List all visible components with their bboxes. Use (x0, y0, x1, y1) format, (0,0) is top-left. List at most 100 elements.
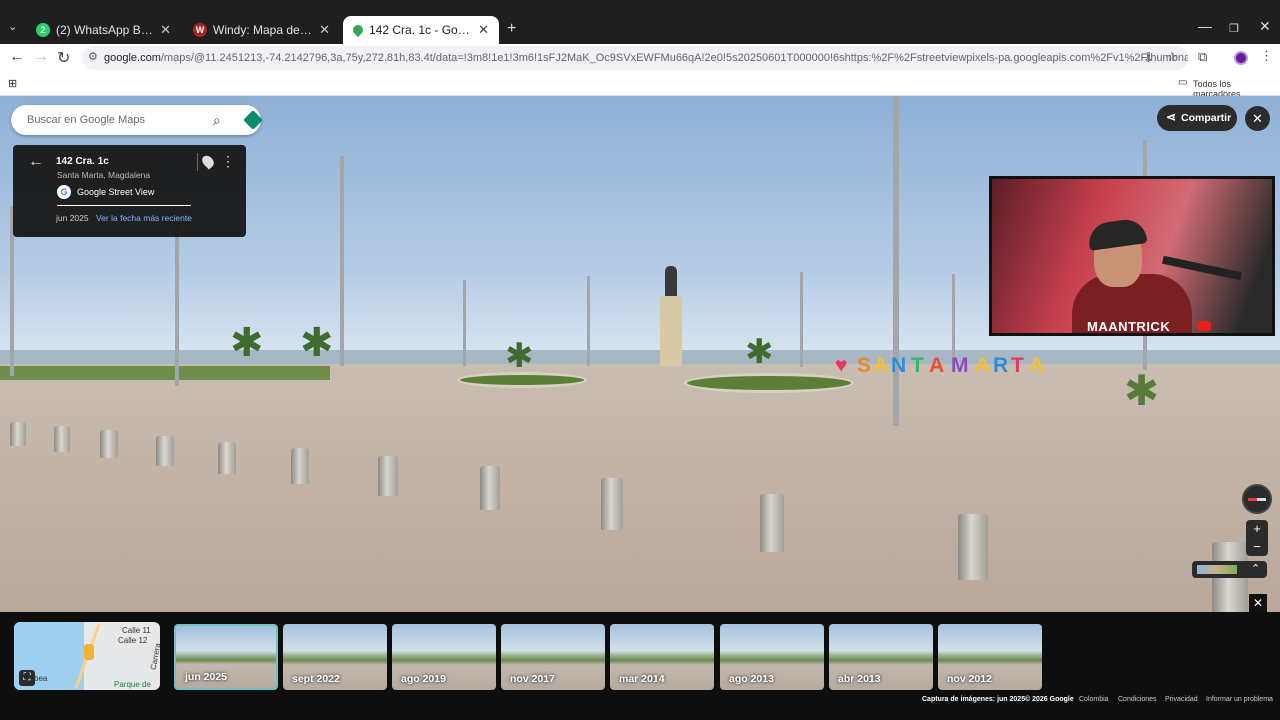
place-name: 142 Cra. 1c (56, 156, 109, 167)
timeline-date: nov 2012 (947, 673, 992, 685)
google-logo-icon: G (57, 185, 71, 199)
forward-icon[interactable]: → (33, 48, 49, 66)
close-timeline-icon[interactable]: ✕ (1249, 594, 1267, 612)
palm-tree: ✱ (505, 337, 534, 375)
latest-date-link[interactable]: Ver la fecha más reciente (96, 213, 192, 223)
windy-favicon-icon: W (193, 23, 207, 37)
capture-date: jun 2025 (56, 213, 89, 223)
minimap-label: Calle 11 (122, 626, 151, 635)
layers-toggle[interactable]: ⌃ (1192, 561, 1267, 578)
timeline-date: sept 2022 (292, 673, 340, 685)
install-app-icon[interactable]: ⇩ (1143, 50, 1154, 66)
search-placeholder: Buscar en Google Maps (27, 114, 146, 126)
report-problem-link[interactable]: Informar un problema (1206, 696, 1273, 703)
tab-google-maps[interactable]: 142 Cra. 1c - Google Maps ✕ (343, 16, 499, 44)
back-arrow-icon[interactable]: ← (28, 153, 44, 171)
timeline-date: jun 2025 (185, 671, 228, 683)
location-pin-icon[interactable] (199, 153, 217, 170)
palm-tree: ✱ (1124, 367, 1160, 414)
zoom-control: + − (1246, 520, 1268, 556)
timeline-thumb[interactable]: nov 2017 (501, 624, 605, 690)
address-bar[interactable]: ⚙ google.com/maps/@11.2451213,-74.214279… (82, 46, 1188, 70)
street-view-source: G Google Street View (57, 185, 154, 199)
street-lamp (800, 272, 803, 367)
share-icon: ⋖ (1166, 110, 1177, 124)
street-lamp (587, 276, 590, 366)
tab-title: 142 Cra. 1c - Google Maps (369, 23, 472, 37)
layers-thumbnail-icon (1197, 565, 1237, 574)
capture-date-footer: Captura de imágenes: jun 2025 (922, 696, 1026, 703)
url-path: /maps/@11.2451213,-74.2142796,3a,75y,272… (160, 52, 1188, 64)
close-tab-icon[interactable]: ✕ (478, 22, 489, 38)
tab-whatsapp[interactable]: 2 (2) WhatsApp Business ✕ (26, 16, 181, 44)
share-button[interactable]: ⋖ Compartir (1157, 105, 1237, 131)
reload-icon[interactable]: ↻ (57, 48, 70, 68)
expand-map-icon[interactable]: ⛶ (19, 670, 35, 686)
timeline-thumb[interactable]: abr 2013 (829, 624, 933, 690)
folder-icon: ▭ (1178, 77, 1188, 88)
close-tab-icon[interactable]: ✕ (160, 22, 171, 38)
palm-tree: ✱ (300, 321, 334, 365)
source-label: Google Street View (77, 187, 155, 197)
zoom-out-button[interactable]: − (1246, 538, 1268, 556)
timeline-date: ago 2019 (401, 673, 446, 685)
timeline-thumb[interactable]: jun 2025 (174, 624, 278, 690)
timeline-thumb[interactable]: ago 2019 (392, 624, 496, 690)
palm-tree: ✱ (230, 321, 264, 365)
zoom-in-button[interactable]: + (1246, 520, 1268, 538)
browser-toolbar: ← → ↻ ⚙ google.com/maps/@11.2451213,-74.… (0, 44, 1280, 72)
timeline-date: ago 2013 (729, 673, 774, 685)
privacy-link[interactable]: Privacidad (1165, 696, 1198, 703)
street-lamp (340, 156, 344, 366)
bollard (100, 430, 118, 458)
tab-windy[interactable]: W Windy: Mapa de viento y pronó ✕ (183, 16, 340, 44)
grass-strip (0, 366, 330, 380)
apps-grid-icon[interactable]: ⊞ (8, 77, 17, 90)
back-icon[interactable]: ← (9, 48, 25, 66)
more-options-icon[interactable]: ⋮ (221, 153, 235, 170)
minimap-label: bea (34, 674, 48, 683)
country-link[interactable]: Colombia (1079, 696, 1109, 703)
tab-title: (2) WhatsApp Business (56, 23, 155, 37)
timeline-thumb[interactable]: ago 2013 (720, 624, 824, 690)
minimap-label: Parque de (114, 680, 151, 689)
street-lamp (463, 280, 466, 366)
search-icon[interactable]: ⌕ (213, 112, 221, 129)
close-tab-icon[interactable]: ✕ (319, 22, 330, 38)
timeline-date: mar 2014 (619, 673, 665, 685)
extensions-icon[interactable]: ⧉ (1198, 49, 1207, 65)
mini-map[interactable]: Calle 11 Calle 12 Carrera Parque de bea … (14, 622, 160, 690)
close-street-view-button[interactable]: ✕ (1245, 106, 1270, 131)
maps-search-input[interactable]: Buscar en Google Maps ⌕ (11, 105, 263, 135)
share-label: Compartir (1181, 112, 1232, 124)
terms-link[interactable]: Condiciones (1118, 696, 1157, 703)
compass-icon[interactable] (1242, 484, 1272, 514)
divider (197, 153, 198, 171)
maximize-icon[interactable]: ❐ (1229, 22, 1239, 35)
monument-statue (660, 266, 682, 366)
menu-kebab-icon[interactable]: ⋮ (1260, 48, 1273, 64)
site-info-icon[interactable]: ⚙ (88, 50, 98, 63)
timeline-thumb[interactable]: sept 2022 (283, 624, 387, 690)
location-marker-icon (84, 644, 94, 660)
tab-search-chevron-icon[interactable]: ⌄ (8, 20, 17, 33)
chevron-up-icon: ⌃ (1251, 563, 1261, 575)
minimize-icon[interactable]: — (1198, 18, 1212, 34)
planter-right (684, 373, 854, 393)
timeline-thumb[interactable]: nov 2012 (938, 624, 1042, 690)
close-window-icon[interactable]: ✕ (1259, 18, 1271, 35)
palm-tree: ✱ (745, 333, 774, 371)
bollard (760, 494, 784, 552)
divider (57, 205, 191, 206)
webcam-overlay: MAANTRICK (989, 176, 1275, 336)
bookmark-star-icon[interactable]: ☆ (1166, 49, 1178, 65)
bollard (218, 442, 236, 474)
timeline-thumb[interactable]: mar 2014 (610, 624, 714, 690)
bollard (601, 478, 623, 530)
planter-left (457, 372, 587, 388)
url-domain: google.com (104, 52, 161, 64)
tab-title: Windy: Mapa de viento y pronó (213, 23, 313, 37)
profile-avatar[interactable] (1234, 51, 1248, 65)
new-tab-button[interactable]: + (507, 20, 516, 38)
bollard (54, 426, 70, 452)
